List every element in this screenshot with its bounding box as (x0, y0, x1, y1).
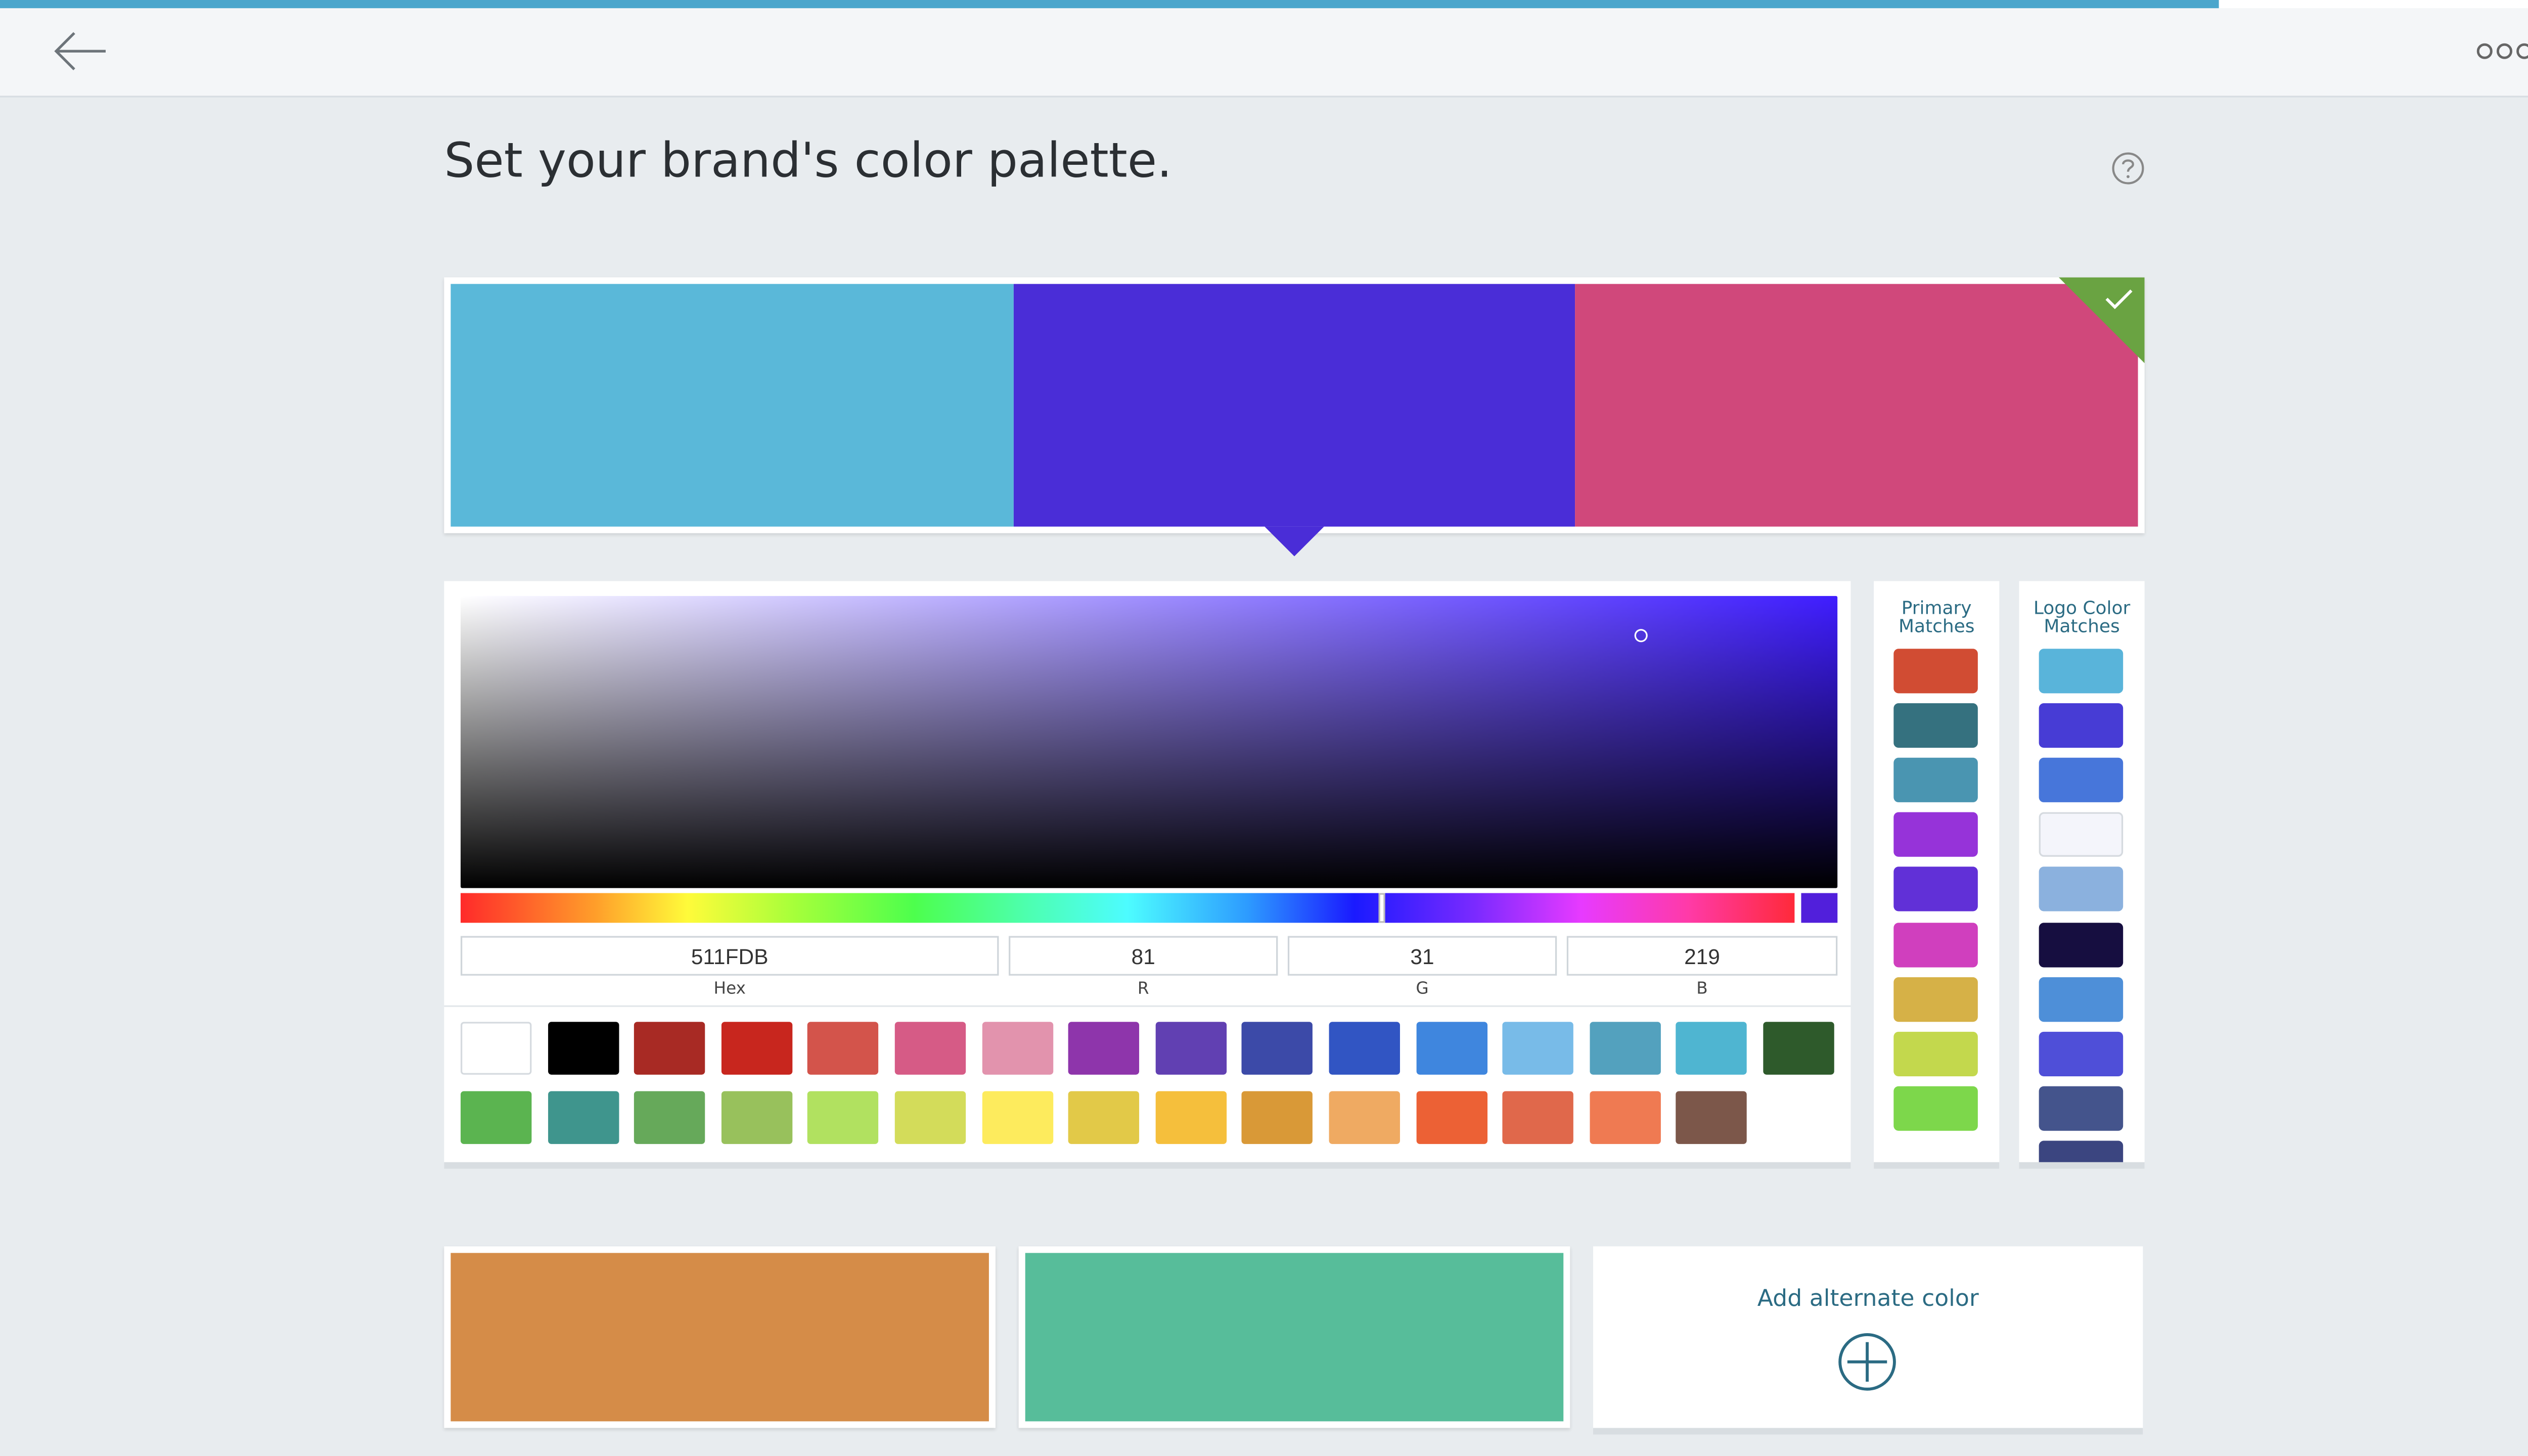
preset-color-swatch[interactable] (1329, 1091, 1400, 1144)
hex-input[interactable] (461, 936, 999, 976)
selected-swatch-pointer (1265, 526, 1324, 557)
preset-color-swatch[interactable] (461, 1022, 532, 1075)
preset-color-swatch[interactable] (1589, 1091, 1661, 1144)
top-bar (0, 8, 2528, 98)
preset-color-swatch[interactable] (1068, 1091, 1140, 1144)
preset-color-swatch[interactable] (1155, 1091, 1227, 1144)
preset-color-swatch[interactable] (721, 1091, 792, 1144)
preset-color-swatch[interactable] (1329, 1022, 1400, 1075)
primary-matches-title-line2: Matches (1898, 615, 1975, 638)
preset-color-swatch[interactable] (981, 1022, 1053, 1075)
match-color-swatch[interactable] (1893, 703, 1978, 748)
saturation-value-handle[interactable] (1634, 629, 1648, 643)
match-color-swatch[interactable] (2039, 976, 2124, 1021)
logo-matches-title-line2: Matches (2044, 615, 2120, 638)
preset-color-swatch[interactable] (808, 1091, 879, 1144)
preset-color-swatch[interactable] (1676, 1091, 1747, 1144)
preset-color-swatch[interactable] (894, 1022, 966, 1075)
current-color-preview (1801, 893, 1838, 923)
preset-color-swatch[interactable] (1763, 1022, 1834, 1075)
match-color-swatch[interactable] (2039, 1140, 2124, 1162)
green-label: G (1416, 980, 1429, 999)
preset-color-swatch[interactable] (1155, 1022, 1227, 1075)
preset-color-swatch[interactable] (1503, 1022, 1574, 1075)
preset-color-swatch[interactable] (808, 1022, 879, 1075)
match-color-swatch[interactable] (2039, 867, 2124, 912)
preset-color-swatch[interactable] (547, 1022, 619, 1075)
blue-label: B (1696, 980, 1708, 999)
match-color-swatch[interactable] (2039, 812, 2124, 857)
add-alternate-color-label: Add alternate color (1757, 1286, 1979, 1312)
match-color-swatch[interactable] (2039, 758, 2124, 803)
match-color-swatch[interactable] (1893, 976, 1978, 1021)
primary-matches-title-line1: Primary (1901, 598, 1972, 619)
match-color-swatch[interactable] (2039, 703, 2124, 748)
match-color-swatch[interactable] (1893, 758, 1978, 803)
plus-circle-icon[interactable] (1836, 1331, 1899, 1393)
alternate-color-swatch[interactable] (1025, 1253, 1564, 1422)
logo-matches-title-line1: Logo Color (2033, 598, 2131, 619)
help-icon (2112, 152, 2144, 185)
arrow-left-icon (54, 32, 106, 70)
preset-color-swatch[interactable] (1068, 1022, 1140, 1075)
match-color-swatch[interactable] (2039, 1085, 2124, 1131)
back-button[interactable] (50, 26, 112, 76)
more-dots-icon (2476, 43, 2528, 59)
palette-swatch[interactable] (450, 284, 1014, 527)
red-input[interactable] (1009, 936, 1278, 976)
hex-label: Hex (713, 980, 746, 999)
selected-badge (2058, 277, 2145, 363)
hue-slider[interactable] (461, 893, 1795, 923)
red-label: R (1137, 980, 1149, 999)
match-color-swatch[interactable] (1893, 922, 1978, 967)
green-input[interactable] (1287, 936, 1557, 976)
match-color-swatch[interactable] (1893, 812, 1978, 857)
primary-matches-title: Primary Matches (1874, 599, 1999, 635)
match-color-swatch[interactable] (2039, 649, 2124, 694)
match-color-swatch[interactable] (2039, 922, 2124, 967)
palette-swatch[interactable] (1575, 284, 2138, 527)
alternate-color-swatch[interactable] (450, 1253, 989, 1422)
blue-input[interactable] (1566, 936, 1838, 976)
match-color-swatch[interactable] (1893, 867, 1978, 912)
more-options-button[interactable] (2470, 33, 2528, 69)
preset-color-swatch[interactable] (1416, 1091, 1487, 1144)
match-color-swatch[interactable] (1893, 649, 1978, 694)
preset-color-swatch[interactable] (547, 1091, 619, 1144)
logo-matches-panel (2019, 581, 2145, 1169)
preset-color-swatch[interactable] (1416, 1022, 1487, 1075)
preset-color-swatch[interactable] (461, 1091, 532, 1144)
preset-color-swatch[interactable] (1589, 1022, 1661, 1075)
help-button[interactable] (2110, 150, 2146, 187)
preset-color-swatch[interactable] (1242, 1022, 1314, 1075)
progress-bar (0, 0, 2219, 9)
preset-color-swatch[interactable] (634, 1022, 705, 1075)
preset-color-swatch[interactable] (894, 1091, 966, 1144)
preset-color-swatch[interactable] (1503, 1091, 1574, 1144)
match-color-swatch[interactable] (1893, 1085, 1978, 1131)
preset-color-swatch[interactable] (1676, 1022, 1747, 1075)
palette-swatch-selected[interactable] (1013, 284, 1575, 527)
hue-slider-handle[interactable] (1377, 893, 1385, 923)
divider (444, 1005, 1851, 1007)
logo-matches-title: Logo Color Matches (2019, 599, 2144, 635)
match-color-swatch[interactable] (1893, 1031, 1978, 1076)
page-title: Set your brand's color palette. (444, 132, 1172, 189)
preset-color-swatch[interactable] (981, 1091, 1053, 1144)
match-color-swatch[interactable] (2039, 1031, 2124, 1076)
preset-color-swatch[interactable] (634, 1091, 705, 1144)
preset-color-swatch[interactable] (1242, 1091, 1314, 1144)
preset-color-swatch[interactable] (721, 1022, 792, 1075)
saturation-value-area[interactable] (461, 596, 1838, 888)
